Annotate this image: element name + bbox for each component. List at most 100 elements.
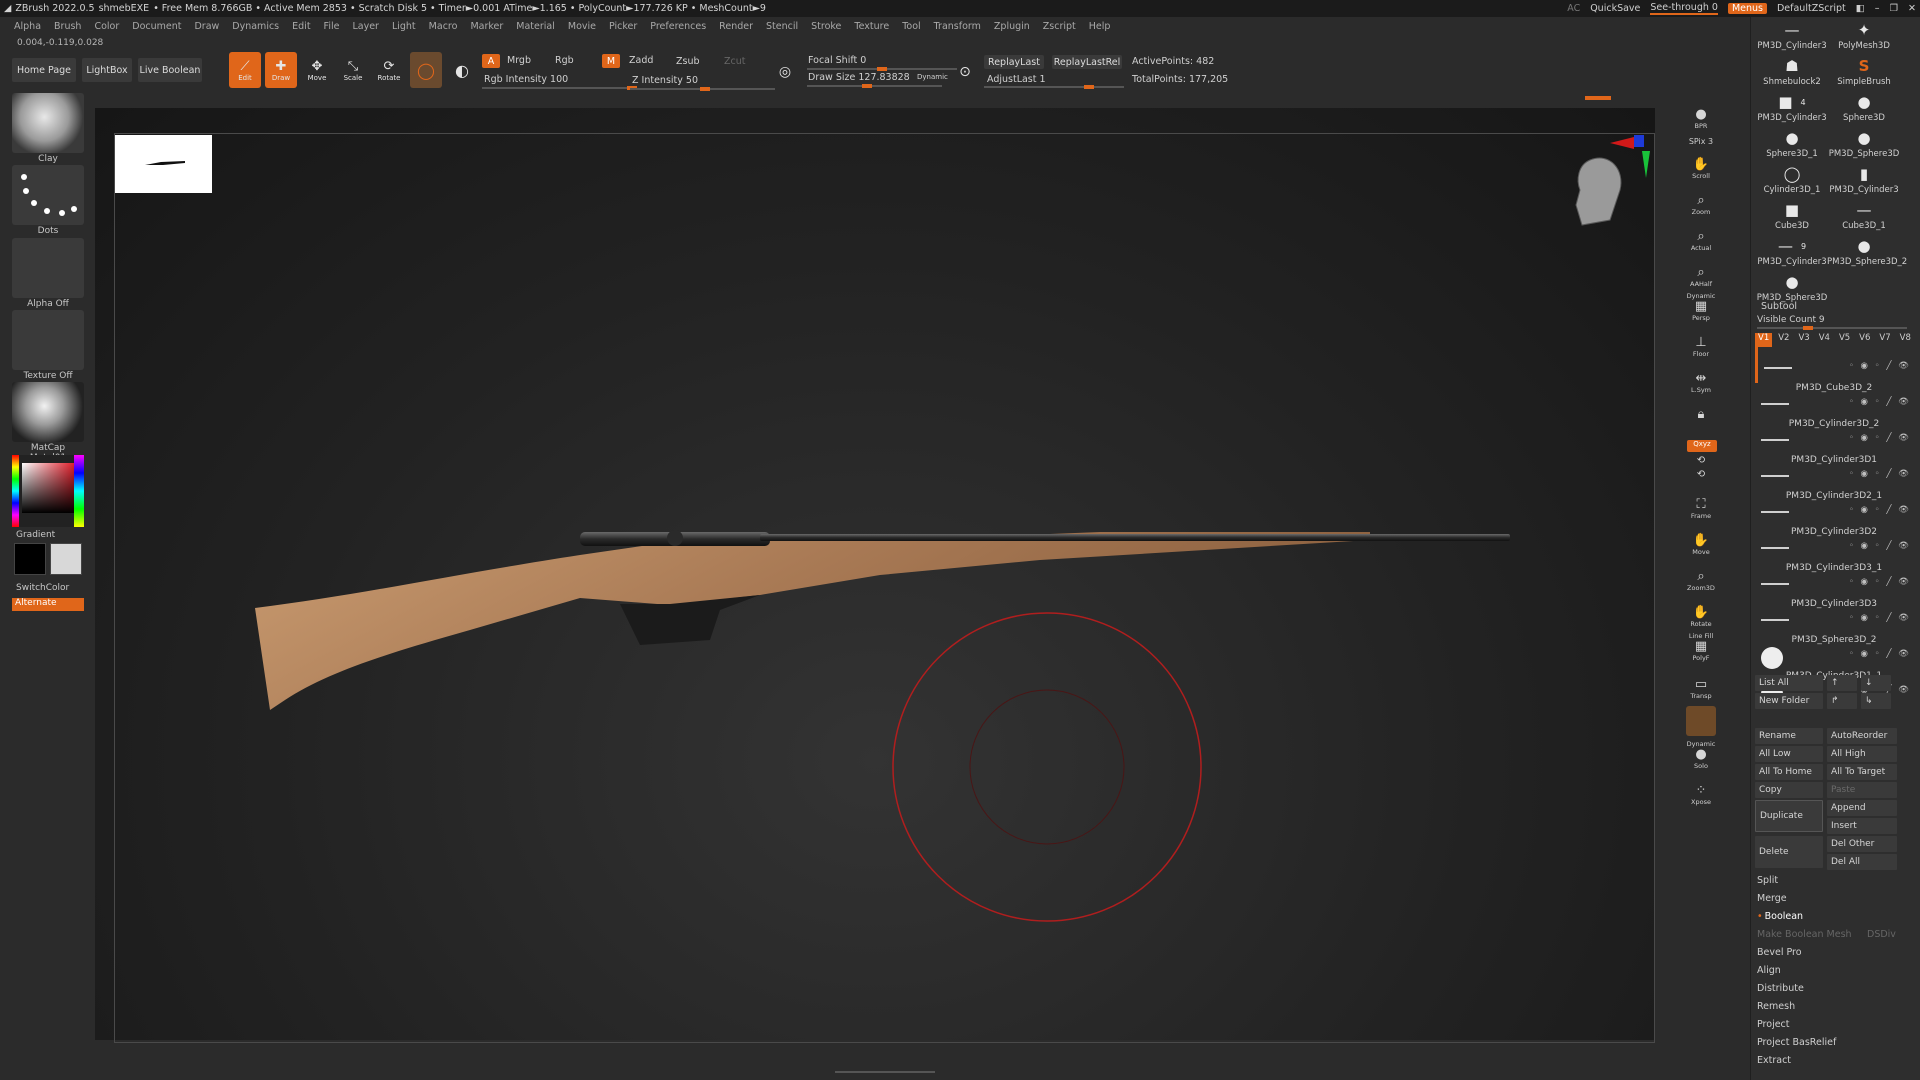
- distribute-menu[interactable]: Distribute: [1755, 980, 1915, 996]
- menu-help[interactable]: Help: [1089, 21, 1111, 32]
- move-view-button[interactable]: ✋ Move: [1683, 526, 1719, 557]
- edit-button[interactable]: ⟋ Edit: [229, 52, 261, 88]
- xyz-rotate-button[interactable]: Qxyz: [1687, 440, 1717, 452]
- scroll-button[interactable]: ✋ Scroll: [1683, 150, 1719, 181]
- visibility-tab-v6[interactable]: V6: [1856, 333, 1873, 347]
- menu-document[interactable]: Document: [132, 21, 181, 32]
- m-button[interactable]: M: [602, 54, 620, 68]
- duplicate-button[interactable]: Duplicate: [1755, 800, 1823, 832]
- color-picker[interactable]: [12, 455, 84, 527]
- adjust-last-slider[interactable]: AdjustLast 1: [987, 74, 1046, 85]
- layout-icon[interactable]: ◧: [1856, 3, 1865, 14]
- move-down-button[interactable]: ↓: [1861, 675, 1891, 691]
- xpose-button[interactable]: ⁘ Xpose: [1683, 776, 1719, 807]
- menu-dynamics[interactable]: Dynamics: [232, 21, 279, 32]
- minimize-icon[interactable]: –: [1875, 3, 1880, 14]
- menu-stencil[interactable]: Stencil: [766, 21, 798, 32]
- extract-menu[interactable]: Extract: [1755, 1052, 1915, 1068]
- subtool-row[interactable]: PM3D_Cube3D_2 ◦ ◉ ◦ ╱ 👁︎: [1755, 383, 1913, 419]
- focal-shift-slider[interactable]: Focal Shift 0: [808, 55, 866, 66]
- mrgb-button[interactable]: Mrgb: [507, 55, 531, 66]
- rgb-intensity-track[interactable]: [482, 86, 637, 90]
- rgb-intensity-slider[interactable]: Rgb Intensity 100: [484, 74, 568, 85]
- rotate-button[interactable]: ⟳ Rotate: [373, 52, 405, 88]
- transp-button[interactable]: ▭ Transp: [1683, 670, 1719, 701]
- visible-count-track[interactable]: [1757, 326, 1907, 330]
- menu-zplugin[interactable]: Zplugin: [994, 21, 1030, 32]
- visibility-tab-v5[interactable]: V5: [1836, 333, 1853, 347]
- tool-thumbnail[interactable]: ● PM3D_Sphere3D_2: [1827, 235, 1907, 271]
- dynamic-size-toggle[interactable]: Dynamic: [917, 73, 948, 81]
- hue-strip[interactable]: [12, 455, 19, 527]
- default-zscript-button[interactable]: DefaultZScript: [1777, 3, 1846, 14]
- solo-button[interactable]: Dynamic ● Solo: [1683, 740, 1719, 770]
- menu-preferences[interactable]: Preferences: [650, 21, 706, 32]
- subtool-visibility-icons[interactable]: ◦ ◉ ◦ ╱ 👁︎: [1849, 505, 1911, 515]
- move-button[interactable]: ✥ Move: [301, 52, 333, 88]
- material-thumbnail[interactable]: [12, 382, 84, 442]
- ghost-button[interactable]: [1686, 706, 1716, 736]
- list-all-button[interactable]: List All: [1755, 675, 1823, 691]
- alpha-thumbnail[interactable]: [12, 238, 84, 298]
- new-folder-button[interactable]: New Folder: [1755, 693, 1823, 709]
- rotate-view-button[interactable]: ✋ Rotate: [1683, 598, 1719, 629]
- align-menu[interactable]: Align: [1755, 962, 1915, 978]
- subtool-visibility-icons[interactable]: ◦ ◉ ◦ ╱ 👁︎: [1849, 469, 1911, 479]
- copy-button[interactable]: Copy: [1755, 782, 1823, 798]
- menu-material[interactable]: Material: [516, 21, 555, 32]
- tool-thumbnail[interactable]: ☗ Shmebulock2: [1755, 55, 1829, 91]
- subtool-row[interactable]: ◦ ◉ ◦ ╱ 👁︎: [1755, 347, 1913, 383]
- dsdiv-button[interactable]: DSDiv: [1865, 926, 1915, 942]
- visibility-tab-v1[interactable]: V1: [1755, 333, 1773, 347]
- bottom-tray-handle[interactable]: [835, 1071, 935, 1077]
- subtool-row[interactable]: PM3D_Cylinder3D3 ◦ ◉ ◦ ╱ 👁︎: [1755, 599, 1913, 635]
- move-up-button[interactable]: ↑: [1827, 675, 1857, 691]
- persp-button[interactable]: Dynamic ▦ Persp: [1683, 292, 1719, 322]
- subtool-row[interactable]: PM3D_Cylinder3D3_1 ◦ ◉ ◦ ╱ 👁︎: [1755, 563, 1913, 599]
- navigator-thumbnail[interactable]: [115, 135, 212, 193]
- project-menu[interactable]: Project: [1755, 1016, 1915, 1032]
- tool-thumbnail[interactable]: — PM3D_Cylinder3: [1755, 19, 1829, 55]
- rename-button[interactable]: Rename: [1755, 728, 1823, 744]
- subtool-row[interactable]: PM3D_Cylinder3D2_1 ◦ ◉ ◦ ╱ 👁︎: [1755, 491, 1913, 527]
- split-menu[interactable]: Split: [1755, 872, 1915, 888]
- z-intensity-track[interactable]: [630, 87, 775, 91]
- subtool-visibility-icons[interactable]: ◦ ◉ ◦ ╱ 👁︎: [1849, 541, 1911, 551]
- visibility-tab-v8[interactable]: V8: [1897, 333, 1914, 347]
- bpr-button[interactable]: ● BPR: [1683, 100, 1719, 131]
- insert-button[interactable]: Insert: [1827, 818, 1897, 834]
- tool-thumbnail[interactable]: ■ Cube3D: [1755, 199, 1829, 235]
- zsub-button[interactable]: Zsub: [676, 56, 700, 67]
- brush-thumbnail[interactable]: [12, 93, 84, 153]
- subtool-row[interactable]: PM3D_Cylinder3D1 ◦ ◉ ◦ ╱ 👁︎: [1755, 455, 1913, 491]
- secondary-color-swatch[interactable]: [14, 543, 46, 575]
- subtool-row[interactable]: PM3D_Cylinder3D2 ◦ ◉ ◦ ╱ 👁︎: [1755, 527, 1913, 563]
- quicksave-button[interactable]: QuickSave: [1590, 3, 1640, 14]
- project-basrelief-menu[interactable]: Project BasRelief: [1755, 1034, 1915, 1050]
- all-to-home-button[interactable]: All To Home: [1755, 764, 1823, 780]
- folder-up-button[interactable]: ↱: [1827, 693, 1857, 709]
- replay-last-button[interactable]: ReplayLast: [984, 55, 1044, 69]
- focal-shift-track[interactable]: [807, 67, 957, 71]
- saturation-box[interactable]: [22, 463, 74, 513]
- del-other-button[interactable]: Del Other: [1827, 836, 1897, 852]
- subtool-visibility-icons[interactable]: ◦ ◉ ◦ ╱ 👁︎: [1849, 649, 1911, 659]
- visible-count-slider[interactable]: Visible Count 9: [1757, 315, 1825, 325]
- menu-file[interactable]: File: [324, 21, 340, 32]
- subtool-title[interactable]: Subtool: [1761, 301, 1797, 312]
- frame-button[interactable]: ⛶ Frame: [1683, 490, 1719, 521]
- del-all-button[interactable]: Del All: [1827, 854, 1897, 870]
- subtool-row[interactable]: PM3D_Cylinder3D_2 ◦ ◉ ◦ ╱ 👁︎: [1755, 419, 1913, 455]
- visibility-tab-v4[interactable]: V4: [1816, 333, 1833, 347]
- rgb-button[interactable]: Rgb: [555, 55, 574, 66]
- menu-movie[interactable]: Movie: [568, 21, 596, 32]
- home-page-button[interactable]: Home Page: [12, 58, 76, 82]
- zoom-button[interactable]: ⌕ Zoom: [1683, 186, 1719, 217]
- material-mode-button[interactable]: ◐: [446, 52, 478, 88]
- bevel-pro-menu[interactable]: Bevel Pro: [1755, 944, 1915, 960]
- subtool-visibility-icons[interactable]: ◦ ◉ ◦ ╱ 👁︎: [1849, 433, 1911, 443]
- see-through-slider[interactable]: See-through 0: [1650, 2, 1718, 15]
- menu-tool[interactable]: Tool: [902, 21, 920, 32]
- lightbox-button[interactable]: LightBox: [82, 58, 132, 82]
- menu-marker[interactable]: Marker: [470, 21, 503, 32]
